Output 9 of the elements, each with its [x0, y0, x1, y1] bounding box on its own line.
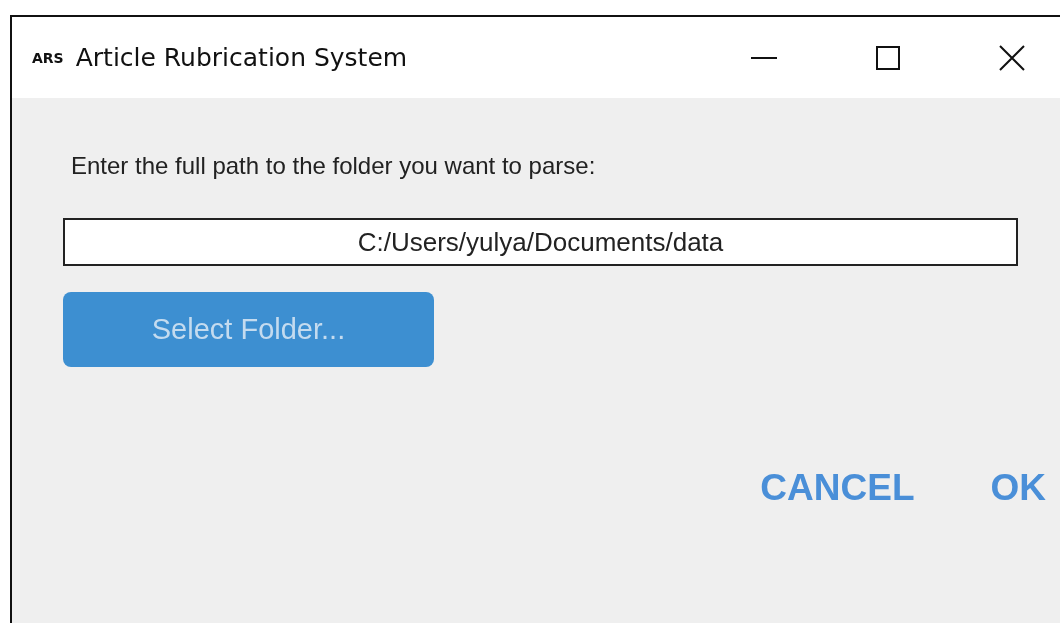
maximize-icon[interactable] — [876, 45, 900, 70]
minimize-icon[interactable] — [751, 56, 777, 59]
window-title: Article Rubrication System — [75, 43, 409, 72]
folder-prompt: Enter the full path to the folder you want to parse: — [71, 152, 597, 180]
ok-button[interactable]: OK — [990, 467, 1046, 509]
close-icon[interactable] — [999, 44, 1025, 71]
cancel-button[interactable]: CANCEL — [760, 467, 915, 509]
path-field[interactable]: C:/Users/yulya/Documents/data — [63, 218, 1018, 266]
app-logo: ARS — [32, 49, 64, 66]
